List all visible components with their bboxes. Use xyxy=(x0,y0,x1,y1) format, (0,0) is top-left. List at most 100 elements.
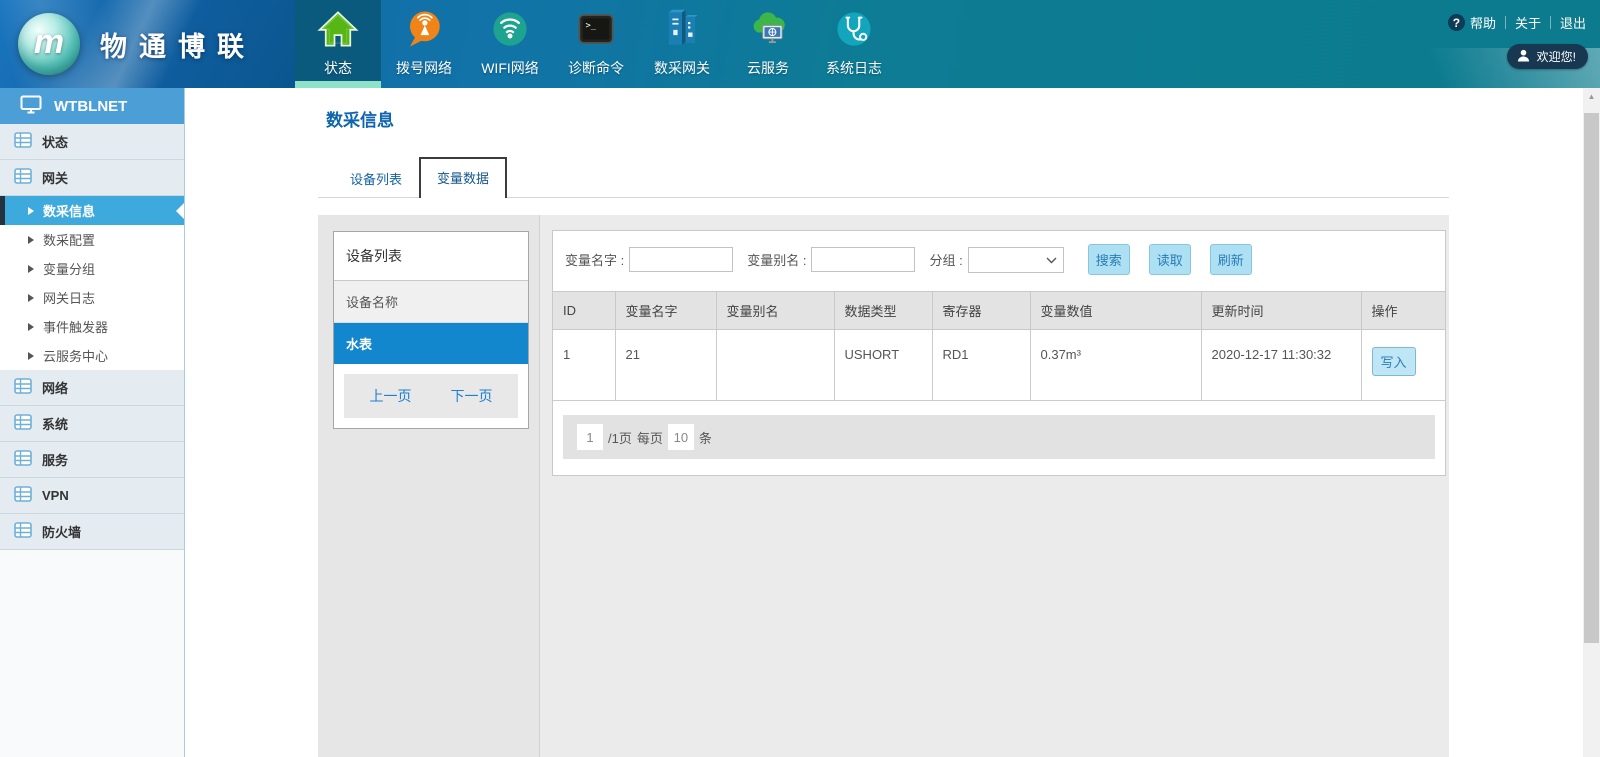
nav-item-system-log[interactable]: 系统日志 xyxy=(811,0,897,88)
variable-name-label: 变量名字 : xyxy=(565,250,624,269)
list-icon xyxy=(14,521,32,542)
device-list-column: 设备列表 设备名称 水表 上一页 下一页 xyxy=(318,215,540,757)
help-link[interactable]: 帮助 xyxy=(1470,13,1496,32)
cell-variable-value: 0.37m³ xyxy=(1030,330,1201,401)
nav-item-dialup-network[interactable]: 拨号网络 xyxy=(381,0,467,88)
list-icon xyxy=(14,377,32,398)
sidebar-group-gateway[interactable]: 网关 xyxy=(0,160,184,196)
arrow-right-icon xyxy=(28,207,34,215)
nav-item-cloud-service[interactable]: 云服务 xyxy=(725,0,811,88)
current-page-input[interactable] xyxy=(577,424,603,450)
welcome-badge[interactable]: 欢迎您! xyxy=(1507,44,1588,69)
device-name-label: WTBLNET xyxy=(54,98,127,115)
link-divider xyxy=(1550,16,1551,29)
cell-update-time: 2020-12-17 11:30:32 xyxy=(1201,330,1361,401)
arrow-right-icon xyxy=(28,352,34,360)
main-content: 数采信息 设备列表 变量数据 设备列表 设备名称 水表 上一页 下一页 xyxy=(186,88,1583,757)
nav-item-diagnostic-command[interactable]: >_ 诊断命令 xyxy=(553,0,639,88)
help-icon: ? xyxy=(1448,14,1465,31)
device-row-water-meter[interactable]: 水表 xyxy=(334,323,528,364)
sidebar-item-variable-group[interactable]: 变量分组 xyxy=(0,254,184,283)
home-icon xyxy=(315,6,361,52)
arrow-right-icon xyxy=(28,265,34,273)
refresh-button[interactable]: 刷新 xyxy=(1210,244,1252,275)
monitor-icon xyxy=(20,95,42,118)
next-page-link[interactable]: 下一页 xyxy=(451,386,493,406)
cell-variable-alias xyxy=(716,330,834,401)
nav-item-data-gateway[interactable]: 数采网关 xyxy=(639,0,725,88)
device-list-title: 设备列表 xyxy=(334,232,528,281)
col-header-data-type: 数据类型 xyxy=(834,292,932,330)
tab-device-list[interactable]: 设备列表 xyxy=(333,160,419,197)
cell-data-type: USHORT xyxy=(834,330,932,401)
list-icon xyxy=(14,167,32,188)
col-header-id: ID xyxy=(553,292,615,330)
sidebar-item-data-collection-config[interactable]: 数采配置 xyxy=(0,225,184,254)
about-link[interactable]: 关于 xyxy=(1515,13,1541,32)
sidebar-item-event-trigger[interactable]: 事件触发器 xyxy=(0,312,184,341)
brand-name: 物通博联 xyxy=(100,25,256,64)
terminal-icon: >_ xyxy=(573,6,619,52)
sidebar-group-service[interactable]: 服务 xyxy=(0,442,184,478)
per-page-input[interactable] xyxy=(668,424,694,450)
brand-globe-icon: m xyxy=(18,13,80,75)
svg-text:>_: >_ xyxy=(586,21,597,31)
variable-data-box: 变量名字 : 变量别名 : 分组 : 搜索 读取 刷新 xyxy=(552,230,1446,476)
top-links: ? 帮助 关于 退出 xyxy=(1448,13,1586,32)
prev-page-link[interactable]: 上一页 xyxy=(370,386,412,406)
col-header-variable-alias: 变量别名 xyxy=(716,292,834,330)
cell-variable-name: 21 xyxy=(615,330,716,401)
cell-register: RD1 xyxy=(932,330,1030,401)
header-right-area: ? 帮助 关于 退出 欢迎您! xyxy=(1240,0,1600,88)
sidebar-item-data-collection-info[interactable]: 数采信息 xyxy=(0,196,184,225)
welcome-text: 欢迎您! xyxy=(1537,48,1576,65)
cloud-service-icon xyxy=(745,6,791,52)
table-row: 1 21 USHORT RD1 0.37m³ 2020-12-17 11:30:… xyxy=(553,330,1445,401)
sidebar-group-vpn[interactable]: VPN xyxy=(0,478,184,514)
device-pager: 上一页 下一页 xyxy=(344,374,518,418)
vertical-scrollbar[interactable]: ▲ xyxy=(1583,88,1600,757)
brand-logo-area: m 物通博联 xyxy=(0,0,295,88)
list-icon xyxy=(14,131,32,152)
variable-alias-input[interactable] xyxy=(811,247,915,272)
total-pages-label: /1页 xyxy=(608,428,632,447)
per-page-label: 每页 xyxy=(637,428,663,447)
read-button[interactable]: 读取 xyxy=(1149,244,1191,275)
arrow-right-icon xyxy=(28,294,34,302)
list-icon xyxy=(14,413,32,434)
content-panel: 设备列表 设备名称 水表 上一页 下一页 变量名字 : 变量别名 : xyxy=(318,215,1449,757)
cell-id: 1 xyxy=(553,330,615,401)
sidebar-item-cloud-service-center[interactable]: 云服务中心 xyxy=(0,341,184,370)
main-nav: 状态 拨号网络 WIFI网络 >_ 诊断命令 数采网关 xyxy=(295,0,897,88)
link-divider xyxy=(1505,16,1506,29)
tab-variable-data[interactable]: 变量数据 xyxy=(419,157,507,198)
filter-bar: 变量名字 : 变量别名 : 分组 : 搜索 读取 刷新 xyxy=(553,231,1445,287)
sidebar-item-gateway-log[interactable]: 网关日志 xyxy=(0,283,184,312)
group-label: 分组 : xyxy=(929,250,962,269)
sidebar-group-system[interactable]: 系统 xyxy=(0,406,184,442)
search-button[interactable]: 搜索 xyxy=(1088,244,1130,275)
col-header-variable-value: 变量数值 xyxy=(1030,292,1201,330)
scroll-up-arrow[interactable]: ▲ xyxy=(1583,88,1600,104)
table-header-row: ID 变量名字 变量别名 数据类型 寄存器 变量数值 更新时间 操作 xyxy=(553,292,1445,330)
col-header-variable-name: 变量名字 xyxy=(615,292,716,330)
nav-item-wifi-network[interactable]: WIFI网络 xyxy=(467,0,553,88)
write-button[interactable]: 写入 xyxy=(1372,347,1416,376)
list-icon xyxy=(14,485,32,506)
col-header-register: 寄存器 xyxy=(932,292,1030,330)
logout-link[interactable]: 退出 xyxy=(1560,13,1586,32)
scrollbar-thumb[interactable] xyxy=(1584,113,1599,643)
user-icon xyxy=(1517,49,1530,65)
nav-item-status[interactable]: 状态 xyxy=(295,0,381,88)
variable-name-input[interactable] xyxy=(629,247,733,272)
col-header-update-time: 更新时间 xyxy=(1201,292,1361,330)
top-header: m 物通博联 状态 拨号网络 WIFI网络 >_ 诊断命令 xyxy=(0,0,1600,88)
sidebar-device-header: WTBLNET xyxy=(0,88,184,124)
arrow-right-icon xyxy=(28,236,34,244)
sidebar-group-status[interactable]: 状态 xyxy=(0,124,184,160)
group-select[interactable] xyxy=(968,247,1064,273)
sidebar-group-network[interactable]: 网络 xyxy=(0,370,184,406)
sidebar-group-firewall[interactable]: 防火墙 xyxy=(0,514,184,550)
sidebar: WTBLNET 状态 网关 数采信息 数采配置 变量分组 网关日志 事件触发器 … xyxy=(0,88,185,757)
wifi-icon xyxy=(487,6,533,52)
